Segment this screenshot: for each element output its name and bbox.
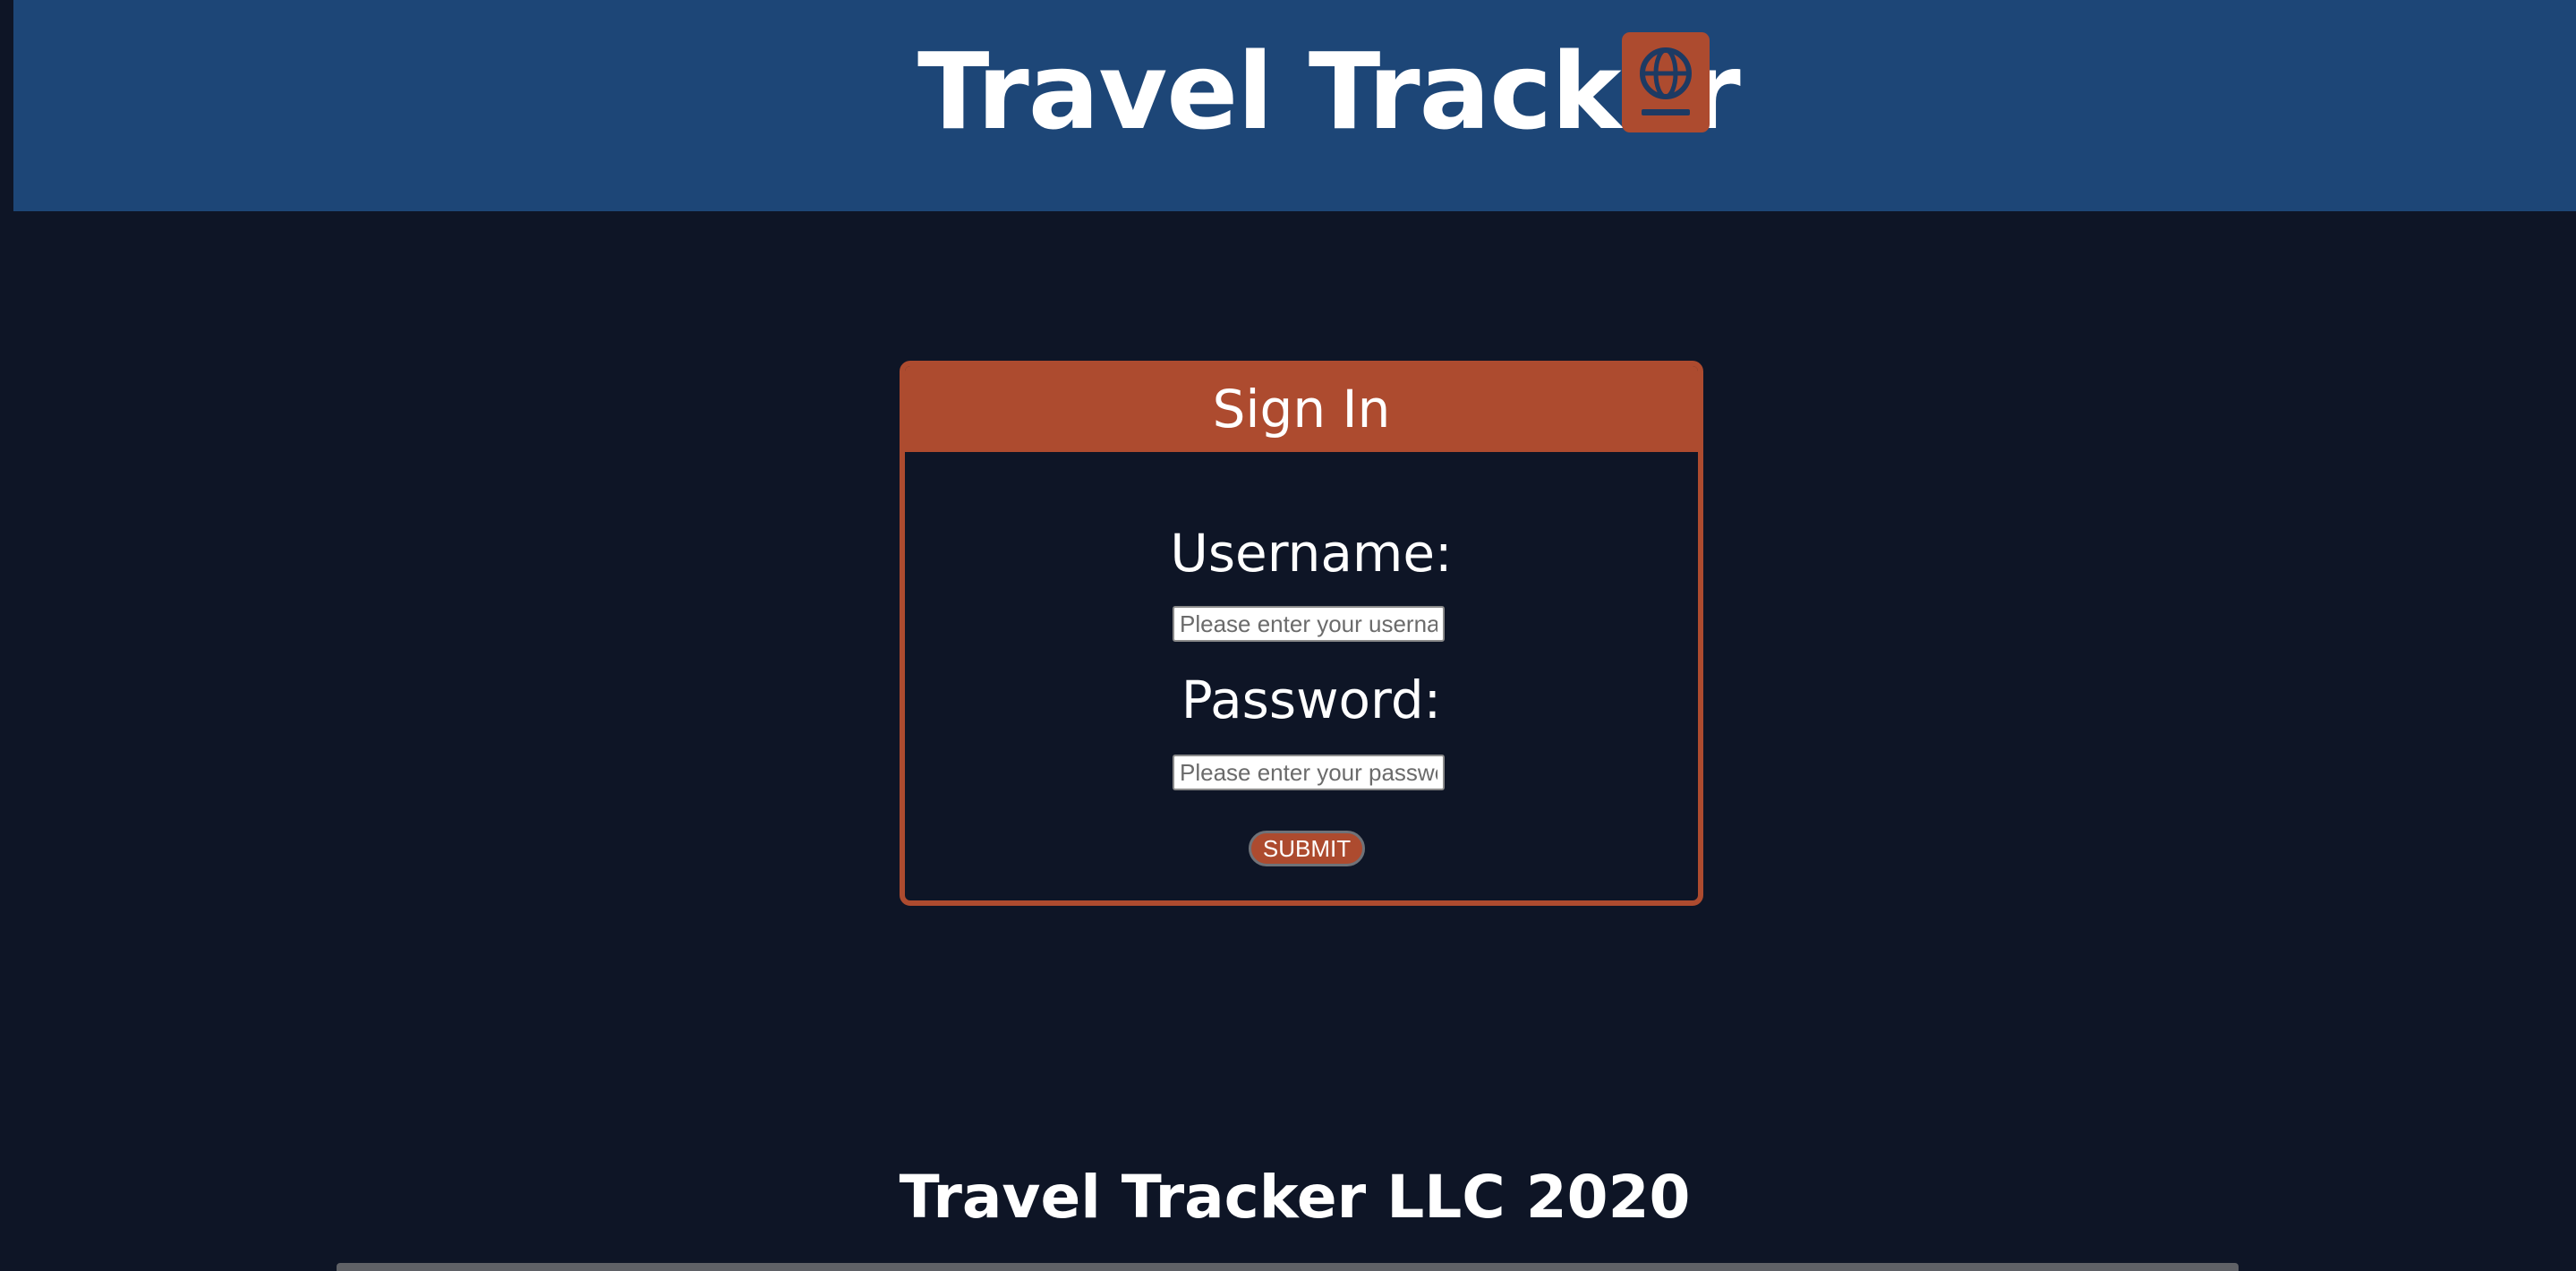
footer-copyright: Travel Tracker LLC 2020 bbox=[899, 1163, 1691, 1232]
sign-in-heading: Sign In bbox=[905, 366, 1698, 452]
sign-in-form: Sign In Username: Password: SUBMIT bbox=[900, 361, 1703, 906]
password-input[interactable] bbox=[1173, 755, 1445, 790]
page-edge bbox=[0, 0, 13, 211]
horizontal-scrollbar[interactable] bbox=[337, 1263, 2239, 1271]
username-input[interactable] bbox=[1173, 606, 1445, 642]
passport-icon bbox=[1622, 32, 1710, 132]
submit-button[interactable]: SUBMIT bbox=[1249, 831, 1365, 866]
app-header: Travel Tracker bbox=[13, 0, 2576, 211]
password-label: Password: bbox=[1181, 670, 1442, 730]
username-label: Username: bbox=[1170, 523, 1453, 584]
app-title: Travel Tracker bbox=[917, 30, 1741, 153]
